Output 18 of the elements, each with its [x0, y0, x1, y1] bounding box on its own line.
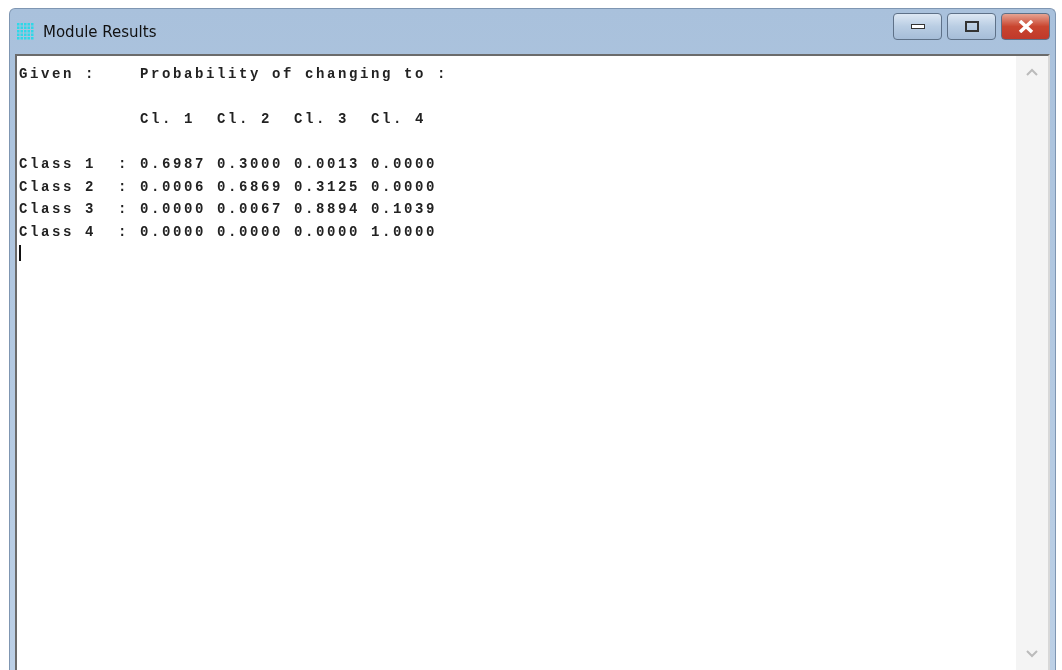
- scroll-down-icon[interactable]: [1026, 650, 1038, 658]
- vertical-scrollbar[interactable]: [1016, 56, 1048, 670]
- maximize-icon: [964, 21, 979, 32]
- heading-text: Given : Probability of changing to :: [19, 65, 450, 84]
- close-icon: [1017, 20, 1034, 33]
- close-button[interactable]: [1001, 13, 1050, 40]
- column-headers: Cl. 1 Cl. 2 Cl. 3 Cl. 4: [139, 110, 428, 129]
- result-row-text: Class 1 : 0.6987 0.3000 0.0013 0.0000: [19, 155, 439, 174]
- window-title: Module Results: [43, 22, 158, 41]
- minimize-icon: [910, 24, 925, 29]
- result-row-text: Class 4 : 0.0000 0.0000 0.0000 1.0000: [19, 222, 439, 242]
- result-row-text: Class 3 : 0.0000 0.0067 0.8894 0.1039: [19, 200, 439, 219]
- maximize-button[interactable]: [947, 13, 996, 40]
- result-row-text: Class 2 : 0.0006 0.6869 0.3125 0.0000: [19, 177, 439, 197]
- grid-icon: [17, 22, 35, 41]
- scroll-up-icon[interactable]: [1026, 68, 1038, 76]
- minimize-button[interactable]: [893, 13, 942, 40]
- text-cursor: [19, 245, 21, 261]
